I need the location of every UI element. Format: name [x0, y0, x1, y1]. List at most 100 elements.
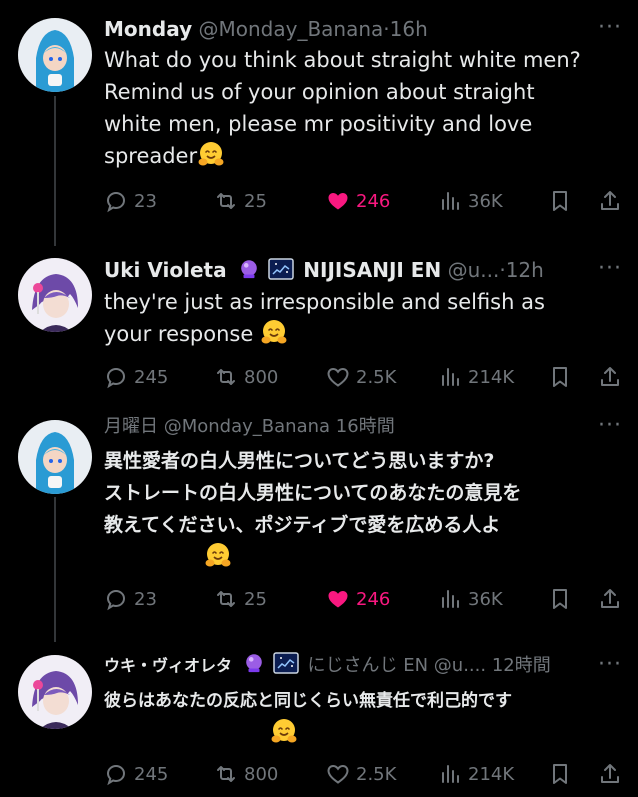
tweet-text: 異性愛者の白人男性についてどう思いますか? ストレートの白人男性についてのあなた… — [104, 445, 616, 574]
bookmark-button[interactable] — [548, 759, 572, 789]
tweet-header: 月曜日 @Monday_Banana 16時間 — [104, 414, 598, 440]
views-icon — [438, 189, 462, 213]
share-icon — [598, 189, 622, 213]
org-name: にじさんじ EN — [307, 655, 429, 676]
heart-icon — [326, 189, 350, 213]
milky-way-icon — [268, 258, 294, 280]
timestamp[interactable]: 12時間 — [492, 655, 551, 676]
user-handle[interactable]: @u... — [448, 258, 500, 282]
share-icon — [598, 365, 622, 389]
views-count: 36K — [468, 588, 503, 610]
reply-icon — [104, 365, 128, 389]
more-options-icon[interactable]: ··· — [598, 415, 622, 437]
tweet-text-line: ストレートの白人男性についてのあなたの意見を — [104, 482, 522, 504]
retweet-button[interactable]: 25 — [214, 186, 267, 216]
retweet-count: 25 — [244, 588, 267, 610]
views-button[interactable]: 36K — [438, 584, 503, 614]
reply-count: 23 — [134, 190, 157, 212]
reply-button[interactable]: 23 — [104, 186, 157, 216]
crystal-ball-icon — [236, 258, 262, 280]
timestamp[interactable]: 12h — [506, 258, 544, 282]
tweet-text-line: What do you think about straight white m… — [104, 48, 581, 72]
user-handle[interactable]: @Monday_Banana — [164, 416, 330, 437]
retweet-count: 800 — [244, 763, 279, 785]
tweet-text: What do you think about straight white m… — [104, 44, 616, 172]
like-button[interactable]: 246 — [326, 186, 390, 216]
org-name: NIJISANJI EN — [303, 258, 442, 282]
reply-count: 23 — [134, 588, 157, 610]
timestamp[interactable]: 16h — [390, 17, 428, 41]
reply-button[interactable]: 245 — [104, 759, 168, 789]
reply-button[interactable]: 245 — [104, 362, 168, 392]
like-count: 246 — [356, 190, 391, 212]
like-count: 2.5K — [356, 763, 397, 785]
bookmark-button[interactable] — [548, 186, 572, 216]
retweet-icon — [214, 762, 238, 786]
display-name[interactable]: Monday — [104, 17, 192, 41]
views-button[interactable]: 36K — [438, 186, 503, 216]
tweet-header: Uki Violeta NIJISANJI EN @u...·12h — [104, 257, 598, 283]
heart-icon — [326, 365, 350, 389]
reply-icon — [104, 587, 128, 611]
bookmark-icon — [548, 189, 572, 213]
retweet-count: 800 — [244, 366, 279, 388]
reply-button[interactable]: 23 — [104, 584, 157, 614]
share-button[interactable] — [598, 584, 622, 614]
action-bar: 23 25 246 36K — [104, 584, 624, 614]
reply-count: 245 — [134, 763, 169, 785]
share-button[interactable] — [598, 759, 622, 789]
display-name[interactable]: 月曜日 — [104, 416, 158, 437]
views-button[interactable]: 214K — [438, 759, 514, 789]
share-button[interactable] — [598, 362, 622, 392]
display-name[interactable]: ウキ・ヴィオレタ — [104, 656, 232, 675]
user-handle[interactable]: @u.... — [434, 655, 486, 676]
bookmark-icon — [548, 365, 572, 389]
display-name[interactable]: Uki Violeta — [104, 258, 227, 282]
like-button[interactable]: 2.5K — [326, 362, 396, 392]
timestamp[interactable]: 16時間 — [336, 416, 395, 437]
share-icon — [598, 587, 622, 611]
views-count: 36K — [468, 190, 503, 212]
retweet-button[interactable]: 25 — [214, 584, 267, 614]
reply-count: 245 — [134, 366, 169, 388]
tweet-text-line: they're just as irresponsible and selfis… — [104, 290, 545, 314]
tweet-text: 彼らはあなたの反応と同じくらい無責任で利己的です — [104, 685, 616, 751]
bookmark-button[interactable] — [548, 584, 572, 614]
bookmark-icon — [548, 762, 572, 786]
tweet-header: Monday @Monday_Banana·16h — [104, 16, 598, 42]
hugging-face-emoji-icon — [260, 318, 288, 346]
like-button[interactable]: 246 — [326, 584, 390, 614]
more-options-icon[interactable]: ··· — [598, 654, 622, 676]
retweet-button[interactable]: 800 — [214, 362, 278, 392]
heart-icon — [326, 587, 350, 611]
avatar-monday[interactable] — [18, 420, 92, 494]
thread-line — [54, 96, 56, 246]
tweet-monday[interactable]: Monday @Monday_Banana·16h ··· What do yo… — [0, 0, 638, 246]
retweet-button[interactable]: 800 — [214, 759, 278, 789]
tweet-text-line: 異性愛者の白人男性についてどう思いますか? — [104, 450, 495, 472]
bookmark-button[interactable] — [548, 362, 572, 392]
avatar-uki[interactable] — [18, 258, 92, 332]
tweet-text-line: 教えてください、ポジティブで愛を広める人よ — [104, 514, 501, 536]
retweet-icon — [214, 189, 238, 213]
crystal-ball-icon — [241, 652, 267, 674]
more-options-icon[interactable]: ··· — [598, 258, 622, 280]
like-count: 2.5K — [356, 366, 397, 388]
views-count: 214K — [468, 366, 515, 388]
action-bar: 245 800 2.5K 214K — [104, 759, 624, 789]
action-bar: 245 800 2.5K 214K — [104, 362, 624, 392]
views-icon — [438, 762, 462, 786]
more-options-icon[interactable]: ··· — [598, 17, 622, 39]
avatar-uki[interactable] — [18, 655, 92, 729]
tweet-header: ウキ・ヴィオレタ にじさんじ EN @u.... 12時間 — [104, 652, 598, 679]
like-button[interactable]: 2.5K — [326, 759, 396, 789]
tweet-monday-jp[interactable]: 月曜日 @Monday_Banana 16時間 ··· 異性愛者の白人男性につい… — [0, 405, 638, 642]
avatar-monday[interactable] — [18, 18, 92, 92]
tweet-uki-jp[interactable]: ウキ・ヴィオレタ にじさんじ EN @u.... 12時間 ··· 彼らはあなた… — [0, 637, 638, 797]
share-button[interactable] — [598, 186, 622, 216]
user-handle[interactable]: @Monday_Banana — [198, 17, 383, 41]
hugging-face-emoji-icon — [270, 717, 298, 745]
tweet-uki[interactable]: Uki Violeta NIJISANJI EN @u...·12h ··· t… — [0, 240, 638, 405]
bookmark-icon — [548, 587, 572, 611]
views-button[interactable]: 214K — [438, 362, 514, 392]
